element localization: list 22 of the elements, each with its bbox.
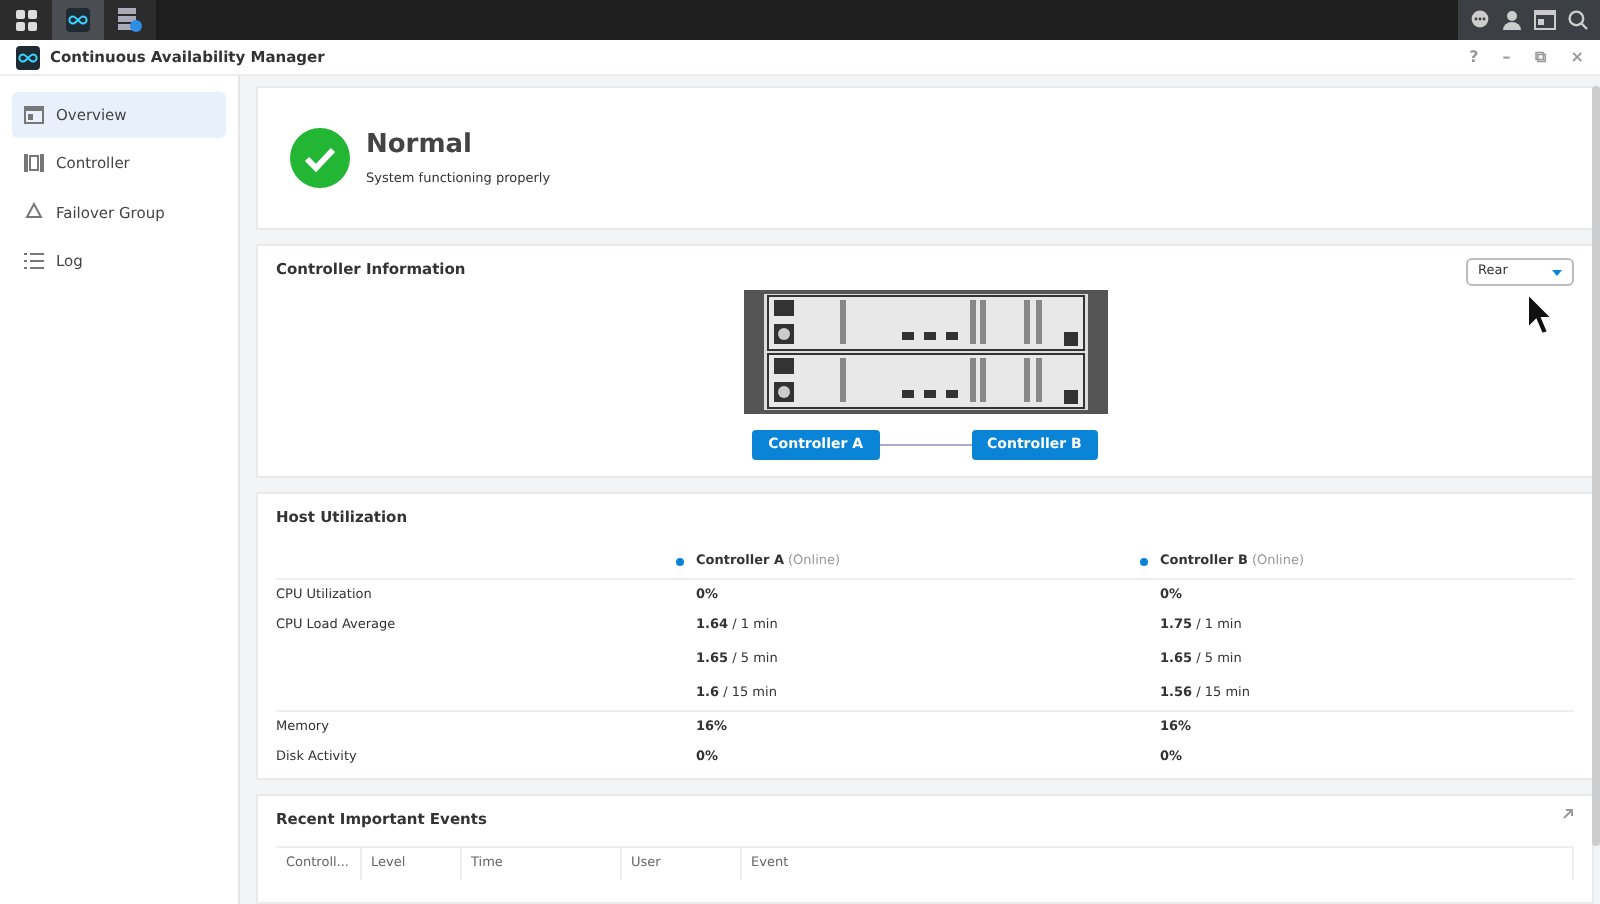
triangle-icon bbox=[24, 202, 44, 223]
user-icon[interactable] bbox=[1502, 10, 1522, 30]
grid-icon bbox=[15, 9, 37, 31]
chat-icon[interactable] bbox=[1470, 10, 1490, 30]
app-logo-icon bbox=[16, 45, 40, 69]
dashboard-icon bbox=[24, 106, 44, 125]
caret-icon bbox=[1552, 269, 1562, 276]
taskbar-app[interactable] bbox=[104, 0, 156, 40]
status-title: Normal bbox=[366, 127, 474, 164]
taskbar-app[interactable] bbox=[52, 0, 104, 40]
storage-icon bbox=[118, 8, 142, 32]
search-icon[interactable] bbox=[1568, 10, 1588, 30]
scrollbar[interactable] bbox=[1592, 86, 1600, 846]
mouse-cursor-icon bbox=[1526, 292, 1554, 336]
check-icon bbox=[290, 128, 350, 188]
list-icon bbox=[24, 251, 44, 270]
infinity-icon bbox=[66, 8, 90, 32]
taskbar-app[interactable] bbox=[0, 0, 52, 40]
widget-icon[interactable] bbox=[1534, 10, 1556, 30]
link-line bbox=[879, 443, 972, 446]
rack-icon bbox=[24, 154, 44, 173]
expand-icon[interactable] bbox=[1562, 807, 1574, 820]
